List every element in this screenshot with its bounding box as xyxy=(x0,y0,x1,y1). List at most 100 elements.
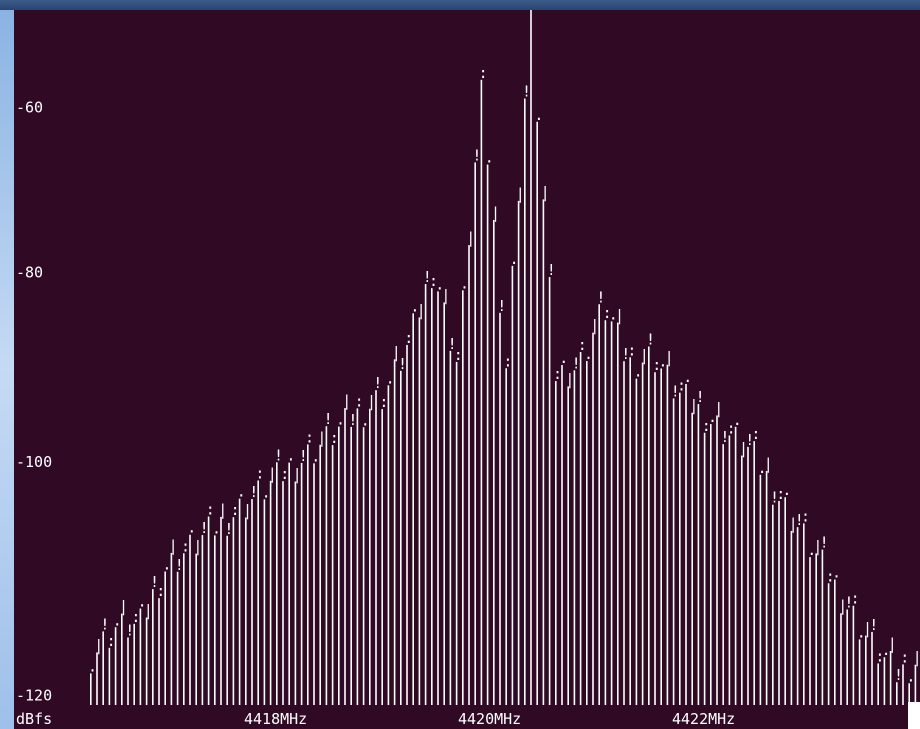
spectrum-column: | xyxy=(615,307,624,705)
spectrum-cap-glyph: : xyxy=(900,648,909,666)
spectrum-bar xyxy=(232,517,235,705)
spectrum-cap-glyph: | xyxy=(640,347,649,365)
spectrum-cap-glyph: | xyxy=(169,537,178,555)
spectrum-cap-glyph: : xyxy=(801,507,810,525)
ascii-spectrum-plot: .|!:.|!:.|!:.|!:.|!:.|!:.|!:.|!:.|!:.|!:… xyxy=(16,10,920,728)
spectrum-cap-glyph: | xyxy=(541,183,550,201)
spectrum-bar xyxy=(716,415,718,705)
spectrum-bar xyxy=(778,500,780,705)
spectrum-bar xyxy=(666,364,669,705)
spectrum-cap-glyph: . xyxy=(634,363,643,381)
spectrum-bar xyxy=(164,571,166,705)
spectrum-bar xyxy=(486,164,489,705)
spectrum-bar xyxy=(567,386,569,705)
spectrum-cap-glyph: . xyxy=(88,657,97,675)
spectrum-bar xyxy=(741,455,743,705)
spectrum-column: ! xyxy=(646,331,655,705)
spectrum-column: . xyxy=(262,483,271,705)
spectrum-cap-glyph: | xyxy=(441,286,450,304)
spectrum-bar xyxy=(542,199,545,705)
spectrum-cap-glyph: . xyxy=(733,411,742,429)
spectrum-column: | xyxy=(640,347,649,705)
spectrum-bar xyxy=(418,317,421,705)
spectrum-bar xyxy=(350,426,352,705)
spectrum-cap-glyph: : xyxy=(231,501,240,519)
spectrum-cap-glyph: . xyxy=(286,447,295,465)
y-tick-label: -100 xyxy=(16,453,52,471)
spectrum-bar xyxy=(803,523,805,705)
spectrum-column: . xyxy=(386,369,395,705)
spectrum-bar xyxy=(139,608,142,705)
spectrum-cap-glyph: ! xyxy=(299,447,308,465)
spectrum-bar xyxy=(772,504,774,705)
terminal-window[interactable]: . |!:. |!:. |!:. |!:. |!:. |!:. |!:. |!:. |!:. |!:… xyxy=(14,10,920,729)
spectrum-cap-glyph: : xyxy=(330,429,339,447)
spectrum-column: ! xyxy=(820,534,829,705)
spectrum-bar xyxy=(641,362,644,705)
spectrum-cap-glyph: : xyxy=(454,346,463,364)
spectrum-bar xyxy=(759,474,762,705)
spectrum-cap-glyph: ! xyxy=(497,297,506,315)
spectrum-bar xyxy=(697,404,700,705)
spectrum-bar xyxy=(282,481,284,705)
spectrum-cap-glyph: ! xyxy=(274,446,283,464)
spectrum-column: | xyxy=(119,598,128,705)
window-titlebar xyxy=(0,0,920,10)
spectrum-bar xyxy=(313,463,315,705)
spectrum-column: | xyxy=(193,538,202,705)
spectrum-bar xyxy=(362,427,365,705)
spectrum-column: | xyxy=(838,597,847,705)
spectrum-cap-glyph: ! xyxy=(224,520,233,538)
spectrum-column: ! xyxy=(720,428,729,705)
spectrum-cap-glyph: : xyxy=(851,590,860,608)
spectrum-bar xyxy=(555,381,557,705)
spectrum-cap-glyph: | xyxy=(268,465,277,483)
spectrum-cap-glyph: ! xyxy=(249,483,258,501)
spectrum-bar xyxy=(257,480,259,705)
spectrum-cap-glyph: | xyxy=(367,393,376,411)
spectrum-cap-glyph: . xyxy=(460,274,469,292)
spectrum-column: ! xyxy=(671,382,680,705)
spectrum-bar xyxy=(561,365,563,705)
spectrum-cap-glyph: : xyxy=(255,464,264,482)
spectrum-column: ! xyxy=(547,261,556,705)
spectrum-bar xyxy=(790,530,793,705)
spectrum-bar xyxy=(517,200,520,705)
spectrum-bar xyxy=(765,471,768,705)
spectrum-bar xyxy=(480,79,483,705)
spectrum-column: : xyxy=(801,507,810,705)
spectrum-column: . xyxy=(807,541,816,705)
spectrum-bar xyxy=(505,368,507,705)
spectrum-cap-glyph: . xyxy=(559,349,568,367)
spectrum-bar xyxy=(220,516,222,705)
spectrum-bar xyxy=(796,527,799,705)
spectrum-bar xyxy=(710,424,712,705)
y-axis-label: dBfs xyxy=(16,710,52,728)
spectrum-column: | xyxy=(739,440,748,705)
spectrum-cap-glyph: ! xyxy=(200,519,209,537)
spectrum-cap-glyph: | xyxy=(714,399,723,417)
spectrum-column: | xyxy=(466,229,475,705)
spectrum-column: . xyxy=(708,408,717,705)
spectrum-bar xyxy=(896,682,898,705)
spectrum-bar xyxy=(449,350,452,705)
spectrum-column: | xyxy=(565,370,574,705)
spectrum-column: ! xyxy=(795,511,804,705)
spectrum-cap-glyph: | xyxy=(293,466,302,484)
spectrum-bar xyxy=(722,444,724,705)
spectrum-column: . xyxy=(286,447,295,705)
spectrum-column: . xyxy=(683,368,692,705)
spectrum-column: . xyxy=(435,275,444,705)
spectrum-bar xyxy=(753,441,755,705)
spectrum-column: | xyxy=(243,502,252,705)
spectrum-column: . xyxy=(162,555,171,705)
spectrum-cap-glyph: ! xyxy=(572,354,581,372)
spectrum-bar xyxy=(536,121,538,705)
spectrum-bar xyxy=(443,302,445,705)
spectrum-cap-glyph: . xyxy=(162,555,171,573)
spectrum-bar xyxy=(883,657,886,705)
spectrum-column: : xyxy=(355,392,364,705)
spectrum-bar xyxy=(375,390,377,705)
spectrum-column: . xyxy=(410,297,419,705)
spectrum-bar xyxy=(331,445,334,705)
